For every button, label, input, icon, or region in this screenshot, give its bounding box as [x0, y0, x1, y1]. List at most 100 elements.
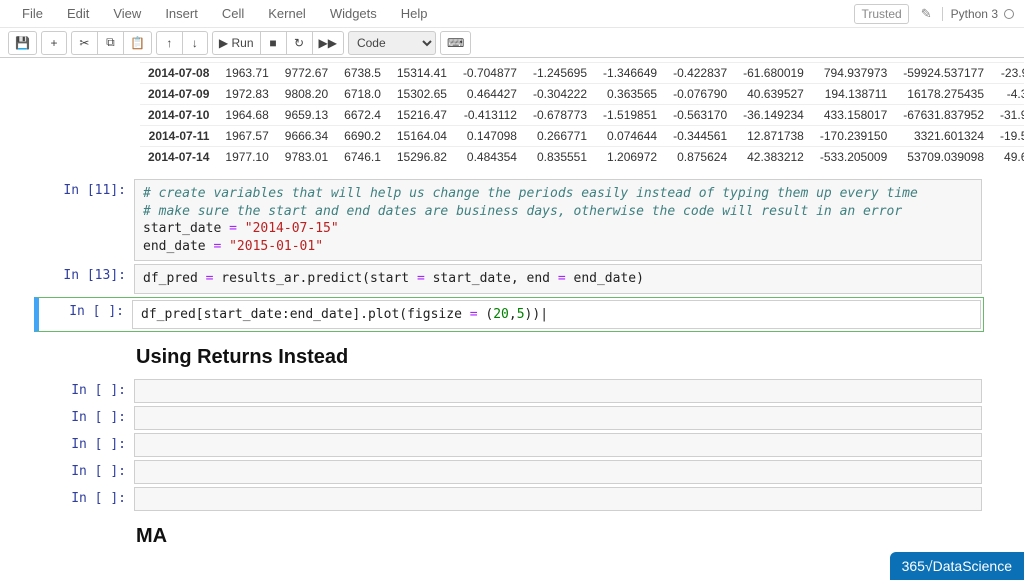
menu-insert[interactable]: Insert	[153, 2, 210, 25]
menu-help[interactable]: Help	[389, 2, 440, 25]
section-ma: MA	[136, 525, 984, 548]
add-cell-button[interactable]: +	[41, 31, 67, 55]
cell-prompt: In [ ]:	[42, 433, 134, 457]
cell-value: 49.681687	[992, 147, 1024, 168]
code-cell-empty[interactable]: In [ ]:	[40, 487, 984, 511]
fastforward-icon: ▶▶	[319, 36, 337, 50]
restart-run-all-button[interactable]: ▶▶	[312, 31, 344, 55]
notebook-content[interactable]: 2014-07-081963.719772.676738.515314.41-0…	[0, 58, 1024, 580]
cell-type-select[interactable]: Code	[348, 31, 436, 55]
table-row: 2014-07-101964.689659.136672.415216.47-0…	[140, 105, 1024, 126]
code-input[interactable]: df_pred = results_ar.predict(start = sta…	[134, 264, 982, 294]
code-string: "2015-01-01"	[229, 239, 323, 254]
code-cell-13[interactable]: In [13]: df_pred = results_ar.predict(st…	[40, 264, 984, 294]
menu-widgets[interactable]: Widgets	[318, 2, 389, 25]
cell-value: -0.704877	[455, 63, 525, 84]
code-text: df_pred[start_date:end_date].plot(figsiz…	[141, 307, 470, 322]
cell-value: -1.245695	[525, 63, 595, 84]
copy-button[interactable]: ⧉	[97, 31, 123, 55]
pencil-icon[interactable]: ✎	[921, 6, 932, 22]
cell-value: 53709.039098	[895, 147, 992, 168]
row-date: 2014-07-11	[140, 126, 217, 147]
cell-prompt: In [ ]:	[42, 487, 134, 511]
cell-value: 15314.41	[389, 63, 455, 84]
command-palette-button[interactable]: ⌨	[440, 31, 471, 55]
table-row: 2014-07-081963.719772.676738.515314.41-0…	[140, 63, 1024, 84]
cell-value: 6718.0	[336, 84, 389, 105]
cell-value: -19.549900	[992, 126, 1024, 147]
cell-value: 16178.275435	[895, 84, 992, 105]
cell-value: -0.563170	[665, 105, 735, 126]
code-cell-empty[interactable]: In [ ]:	[40, 433, 984, 457]
run-button[interactable]: ▶ Run	[212, 31, 260, 55]
cell-value: 9666.34	[277, 126, 336, 147]
menu-edit[interactable]: Edit	[55, 2, 101, 25]
cell-value: 6738.5	[336, 63, 389, 84]
code-input[interactable]	[134, 433, 982, 457]
stop-icon: ■	[269, 36, 276, 50]
save-button[interactable]: 💾	[8, 31, 37, 55]
cell-value: -31.953500	[992, 105, 1024, 126]
cell-value: 12.871738	[735, 126, 812, 147]
cell-prompt: In [ ]:	[42, 460, 134, 484]
code-input[interactable]	[134, 406, 982, 430]
code-string: "2014-07-15"	[245, 221, 339, 236]
code-input[interactable]: # create variables that will help us cha…	[134, 179, 982, 261]
code-text: (	[478, 307, 494, 322]
code-cell-active[interactable]: In [ ]: df_pred[start_date:end_date].plo…	[34, 297, 984, 333]
interrupt-button[interactable]: ■	[260, 31, 286, 55]
cell-value: 1977.10	[217, 147, 276, 168]
move-down-button[interactable]: ↓	[182, 31, 208, 55]
run-label: Run	[231, 36, 253, 50]
code-input[interactable]	[134, 487, 982, 511]
code-input[interactable]	[134, 379, 982, 403]
cell-value: -1.346649	[595, 63, 665, 84]
cell-value: -0.422837	[665, 63, 735, 84]
section-using-returns: Using Returns Instead	[136, 346, 984, 369]
cell-value: 15296.82	[389, 147, 455, 168]
cell-value: 0.147098	[455, 126, 525, 147]
cell-value: 0.875624	[665, 147, 735, 168]
cell-value: 40.639527	[735, 84, 812, 105]
code-cell-11[interactable]: In [11]: # create variables that will he…	[40, 179, 984, 261]
cell-value: 194.138711	[812, 84, 895, 105]
menu-view[interactable]: View	[101, 2, 153, 25]
cell-prompt: In [13]:	[42, 264, 134, 294]
trusted-badge[interactable]: Trusted	[854, 4, 908, 24]
code-operator: =	[558, 271, 566, 286]
code-cell-empty[interactable]: In [ ]:	[40, 379, 984, 403]
kernel-name[interactable]: Python 3	[942, 7, 998, 21]
menu-cell[interactable]: Cell	[210, 2, 256, 25]
menu-kernel[interactable]: Kernel	[256, 2, 318, 25]
cell-value: 6746.1	[336, 147, 389, 168]
code-text: df_pred	[143, 271, 206, 286]
cell-value: 15302.65	[389, 84, 455, 105]
code-cell-empty[interactable]: In [ ]:	[40, 406, 984, 430]
plus-icon: +	[50, 36, 57, 50]
code-comment: # create variables that will help us cha…	[143, 186, 918, 201]
move-up-button[interactable]: ↑	[156, 31, 182, 55]
cell-value: 9772.67	[277, 63, 336, 84]
code-operator: =	[229, 221, 237, 236]
run-icon: ▶	[219, 36, 228, 50]
cell-value: -170.239150	[812, 126, 895, 147]
cell-value: 15216.47	[389, 105, 455, 126]
cell-value: -61.680019	[735, 63, 812, 84]
restart-button[interactable]: ↻	[286, 31, 312, 55]
code-input[interactable]: df_pred[start_date:end_date].plot(figsiz…	[132, 300, 981, 330]
cell-value: 0.074644	[595, 126, 665, 147]
cell-prompt: In [ ]:	[42, 406, 134, 430]
cell-value: 1972.83	[217, 84, 276, 105]
menu-file[interactable]: File	[10, 2, 55, 25]
code-cell-empty[interactable]: In [ ]:	[40, 460, 984, 484]
cut-button[interactable]: ✂	[71, 31, 97, 55]
arrow-down-icon: ↓	[192, 36, 198, 50]
code-input[interactable]	[134, 460, 982, 484]
code-operator: =	[470, 307, 478, 322]
paste-button[interactable]: 📋	[123, 31, 152, 55]
save-icon: 💾	[15, 36, 30, 50]
cell-value: -0.678773	[525, 105, 595, 126]
cell-value: 9808.20	[277, 84, 336, 105]
cell-value: 0.484354	[455, 147, 525, 168]
cell-value: -0.413112	[455, 105, 525, 126]
